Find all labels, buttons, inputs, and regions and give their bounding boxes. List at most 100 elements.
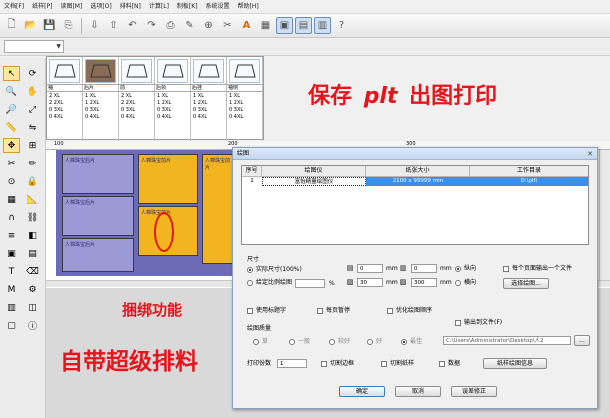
pencil-icon[interactable]: ✏ bbox=[24, 156, 41, 171]
ratio-input[interactable] bbox=[295, 279, 325, 288]
piece-column[interactable]: 后挂 1 XL 1 2XL 0 3XL 0 4XL bbox=[191, 57, 227, 141]
piece-size-row[interactable]: 0 4XL bbox=[47, 114, 83, 121]
undo-icon[interactable]: ↶ bbox=[124, 17, 141, 34]
cancel-button[interactable]: 取消 bbox=[395, 386, 441, 397]
cut-icon[interactable]: ✂ bbox=[3, 156, 20, 171]
output-file-checkbox[interactable] bbox=[455, 320, 461, 326]
margin-right-input[interactable]: 0 bbox=[411, 264, 437, 273]
align-icon[interactable]: ⊞ bbox=[24, 138, 41, 153]
piece-size-row[interactable]: 0 3XL bbox=[191, 107, 227, 114]
piece-size-row[interactable]: 2 XL bbox=[119, 93, 155, 100]
margin-left-input[interactable]: 30 bbox=[357, 278, 383, 287]
quality-radio[interactable] bbox=[367, 339, 373, 345]
piece-size-row[interactable]: 0 3XL bbox=[119, 107, 155, 114]
garment-piece[interactable]: 人棉珠宝后片 bbox=[62, 196, 134, 236]
select-plotter-button[interactable]: 选择绘图... bbox=[503, 278, 549, 289]
piece-size-row[interactable]: 1 2XL bbox=[83, 100, 119, 107]
layer-combo[interactable]: ▼ bbox=[4, 40, 64, 53]
image-icon[interactable]: ▣ bbox=[3, 246, 20, 261]
piece-size-row[interactable]: 1 XL bbox=[83, 93, 119, 100]
piece-size-row[interactable]: 0 4XL bbox=[155, 114, 191, 121]
zoom-icon[interactable]: ⊕ bbox=[200, 17, 217, 34]
radio-actual-size[interactable] bbox=[247, 267, 253, 273]
hand-icon[interactable]: ✋ bbox=[24, 84, 41, 99]
optimize-checkbox[interactable] bbox=[387, 308, 393, 314]
piece-size-row[interactable]: 1 XL bbox=[155, 93, 191, 100]
piece-size-row[interactable]: 2 2XL bbox=[119, 100, 155, 107]
piece-size-row[interactable]: 1 XL bbox=[227, 93, 263, 100]
redo-icon[interactable]: ↷ bbox=[143, 17, 160, 34]
piece-size-row[interactable]: 0 3XL bbox=[83, 107, 119, 114]
mark-icon[interactable]: M bbox=[3, 282, 20, 297]
quality-radio[interactable] bbox=[289, 339, 295, 345]
target-icon[interactable]: ⊙ bbox=[3, 174, 20, 189]
piece-size-row[interactable]: 0 4XL bbox=[191, 114, 227, 121]
browse-button[interactable]: ... bbox=[574, 335, 590, 346]
text-tool-icon[interactable]: T bbox=[3, 264, 20, 279]
piece-size-row[interactable]: 2 2XL bbox=[47, 100, 83, 107]
piece-size-row[interactable]: 1 2XL bbox=[155, 100, 191, 107]
menu-item[interactable]: 系统设置 bbox=[202, 0, 234, 14]
print-icon[interactable]: ⎙ bbox=[162, 17, 179, 34]
piece-size-row[interactable]: 2 XL bbox=[47, 93, 83, 100]
piece-column[interactable]: 后领 1 XL 1 2XL 0 3XL 0 4XL bbox=[155, 57, 191, 141]
table-icon[interactable]: ▤ bbox=[24, 246, 41, 261]
quality-radio[interactable] bbox=[401, 339, 407, 345]
radio-landscape[interactable] bbox=[455, 280, 461, 286]
piece-size-row[interactable]: 0 3XL bbox=[227, 107, 263, 114]
menu-item[interactable]: 制板[K] bbox=[173, 0, 202, 14]
copies-input[interactable]: 1 bbox=[277, 359, 307, 368]
piece-size-row[interactable]: 0 4XL bbox=[227, 114, 263, 121]
piece-size-row[interactable]: 0 4XL bbox=[83, 114, 119, 121]
grid-icon[interactable]: ▤ bbox=[295, 17, 312, 34]
menu-item[interactable]: 文档[F] bbox=[0, 0, 28, 14]
magnet-icon[interactable]: ∩ bbox=[3, 210, 20, 225]
piece-column[interactable]: 后片 1 XL 1 2XL 0 3XL 0 4XL bbox=[83, 57, 119, 141]
piece-thumbnail[interactable] bbox=[49, 59, 80, 83]
radio-ratio[interactable] bbox=[247, 280, 253, 286]
new-icon[interactable]: 🗋 bbox=[3, 17, 20, 34]
stack-icon[interactable]: ≡ bbox=[3, 228, 20, 243]
menu-item[interactable]: 排料[N] bbox=[116, 0, 145, 14]
copy-icon[interactable]: ⎘ bbox=[60, 17, 77, 34]
save-icon[interactable]: 💾 bbox=[41, 17, 58, 34]
piece-size-row[interactable]: 1 XL bbox=[191, 93, 227, 100]
piece-column[interactable]: 袖侧 1 XL 1 2XL 0 3XL 0 4XL bbox=[227, 57, 263, 141]
radio-portrait[interactable] bbox=[455, 266, 461, 272]
garment-piece[interactable]: 人棉珠宝前片 bbox=[202, 154, 236, 264]
garment-piece[interactable]: 人棉珠宝后片 bbox=[62, 238, 134, 272]
vertical-scrollbar[interactable] bbox=[599, 150, 610, 280]
menu-item[interactable]: 读图[M] bbox=[56, 0, 86, 14]
quality-radio[interactable] bbox=[329, 339, 335, 345]
rotate-icon[interactable]: ⟳ bbox=[24, 66, 41, 81]
flip-icon[interactable]: ⇋ bbox=[24, 120, 41, 135]
piece-size-row[interactable]: 0 4XL bbox=[119, 114, 155, 121]
layout-icon[interactable]: ▥ bbox=[314, 17, 331, 34]
piece-size-row[interactable]: 0 3XL bbox=[47, 107, 83, 114]
link-icon[interactable]: ⛓ bbox=[24, 210, 41, 225]
measure-icon[interactable]: 📏 bbox=[3, 120, 20, 135]
open-icon[interactable]: 📂 bbox=[22, 17, 39, 34]
eraser-icon[interactable]: ⌫ bbox=[24, 264, 41, 279]
tool-icon[interactable]: ✂ bbox=[219, 17, 236, 34]
piece-thumbnail[interactable] bbox=[193, 59, 224, 83]
piece-thumbnail[interactable] bbox=[121, 59, 152, 83]
pause-page-checkbox[interactable] bbox=[317, 308, 323, 314]
error-correct-button[interactable]: 误差修正 bbox=[451, 386, 497, 397]
quality-radio[interactable] bbox=[253, 339, 259, 345]
menu-item[interactable]: 帮助[H] bbox=[234, 0, 263, 14]
piece-size-row[interactable]: 1 2XL bbox=[227, 100, 263, 107]
margin-top-input[interactable]: 0 bbox=[357, 264, 383, 273]
menu-item[interactable]: 计算[L] bbox=[145, 0, 173, 14]
chart-tool-icon[interactable]: ▥ bbox=[3, 300, 20, 315]
text-icon[interactable]: A bbox=[238, 17, 255, 34]
zoom-in-icon[interactable]: 🔍 bbox=[3, 84, 20, 99]
piece-size-row[interactable]: 1 2XL bbox=[191, 100, 227, 107]
blank-checkbox[interactable] bbox=[439, 361, 445, 367]
cut-paper-checkbox[interactable] bbox=[381, 361, 387, 367]
split-icon[interactable]: ◫ bbox=[24, 300, 41, 315]
import-icon[interactable]: ⇩ bbox=[86, 17, 103, 34]
settings-icon[interactable]: ⚙ bbox=[24, 282, 41, 297]
plot-icon[interactable]: ✎ bbox=[181, 17, 198, 34]
piece-column[interactable]: 袖2 XL 2 2XL 0 3XL 0 4XL bbox=[47, 57, 83, 141]
